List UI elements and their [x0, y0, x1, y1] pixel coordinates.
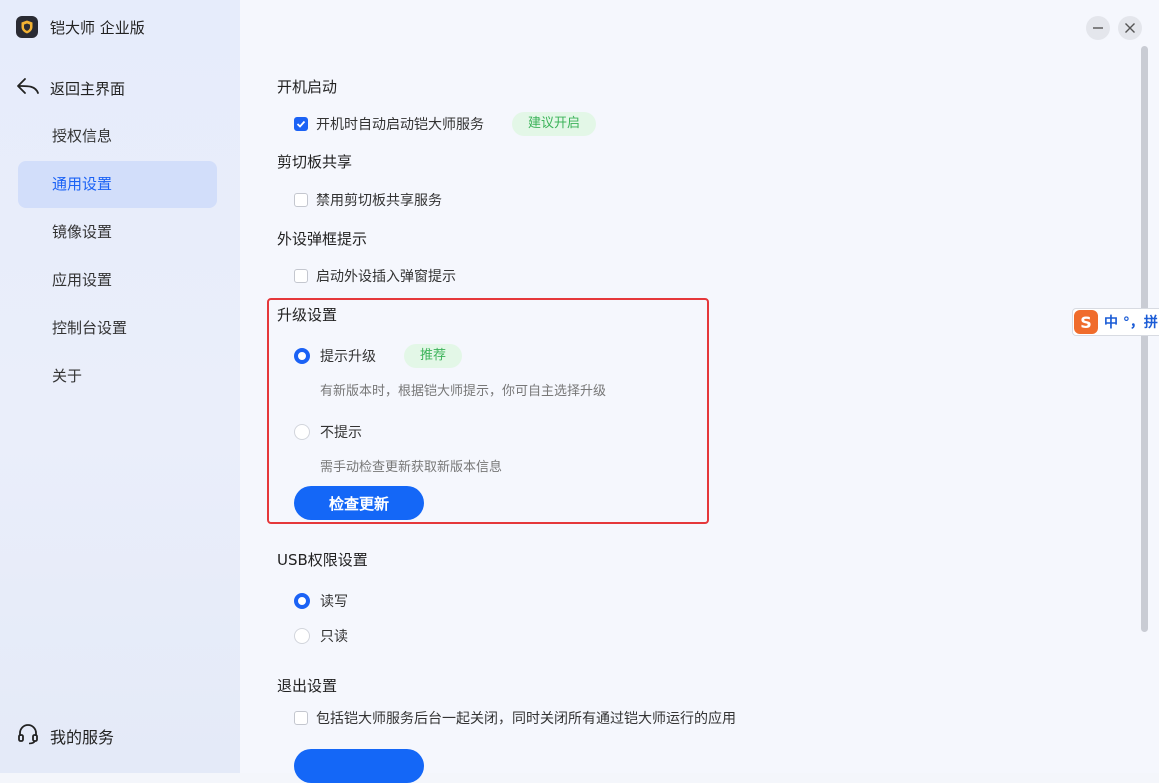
- section-title-clipboard: 剪切板共享: [277, 153, 353, 171]
- app-title: 铠大师 企业版: [50, 18, 145, 37]
- clipboard-checkbox[interactable]: [294, 193, 308, 207]
- clipboard-option-label: 禁用剪切板共享服务: [316, 193, 442, 209]
- sidebar-nav: 授权信息 通用设置 镜像设置 应用设置 控制台设置 关于: [18, 113, 217, 401]
- sidebar-item-general[interactable]: 通用设置: [18, 161, 217, 208]
- sidebar-item-license[interactable]: 授权信息: [18, 113, 217, 160]
- sidebar-item-about[interactable]: 关于: [18, 353, 217, 400]
- sidebar: 铠大师 企业版 返回主界面 授权信息 通用设置 镜像设置 应用设置 控制台设置 …: [0, 0, 240, 773]
- headset-icon: [16, 722, 40, 750]
- exit-option: 包括铠大师服务后台一起关闭，同时关闭所有通过铠大师运行的应用: [294, 708, 736, 728]
- ime-logo-icon: S: [1074, 310, 1098, 334]
- back-arrow-icon: [16, 76, 40, 100]
- ime-toolbar[interactable]: S 中 °，拼: [1072, 308, 1159, 336]
- usb-readonly-label: 只读: [320, 629, 348, 645]
- startup-checkbox[interactable]: [294, 117, 308, 131]
- upgrade-prompt-radio[interactable]: [294, 348, 310, 364]
- recommended-badge: 推荐: [404, 344, 463, 368]
- check-update-button[interactable]: 检查更新: [294, 486, 424, 520]
- section-title-exit: 退出设置: [277, 677, 338, 695]
- upgrade-prompt-label: 提示升级: [320, 349, 376, 365]
- peripheral-option: 启动外设插入弹窗提示: [294, 266, 456, 286]
- back-to-main-button[interactable]: 返回主界面: [16, 76, 125, 100]
- upgrade-silent-desc: 需手动检查更新获取新版本信息: [320, 460, 503, 475]
- peripheral-checkbox[interactable]: [294, 269, 308, 283]
- settings-panel: 开机启动 开机时自动启动铠大师服务 建议开启 剪切板共享 禁用剪切板共享服务 外…: [240, 0, 1159, 783]
- sidebar-item-apps[interactable]: 应用设置: [18, 257, 217, 304]
- scrollbar[interactable]: [1141, 46, 1148, 632]
- sidebar-item-image[interactable]: 镜像设置: [18, 209, 217, 256]
- section-title-startup: 开机启动: [277, 78, 338, 96]
- startup-option: 开机时自动启动铠大师服务 建议开启: [294, 112, 597, 136]
- peripheral-option-label: 启动外设插入弹窗提示: [316, 269, 456, 285]
- upgrade-option-prompt: 提示升级 推荐: [294, 344, 463, 368]
- my-service-label: 我的服务: [50, 728, 115, 747]
- usb-readwrite-radio[interactable]: [294, 593, 310, 609]
- minimize-icon: [1092, 19, 1104, 38]
- section-title-upgrade: 升级设置: [277, 306, 338, 324]
- usb-option-readwrite: 读写: [294, 591, 348, 611]
- usb-readwrite-label: 读写: [320, 594, 348, 610]
- startup-option-label: 开机时自动启动铠大师服务: [316, 117, 484, 133]
- my-service-button[interactable]: 我的服务: [16, 722, 114, 750]
- usb-readonly-radio[interactable]: [294, 628, 310, 644]
- sidebar-item-console[interactable]: 控制台设置: [18, 305, 217, 352]
- app-header: 铠大师 企业版: [16, 16, 145, 38]
- usb-option-readonly: 只读: [294, 626, 348, 646]
- section-title-peripheral: 外设弹框提示: [277, 230, 368, 248]
- back-to-main-label: 返回主界面: [50, 79, 126, 98]
- exit-checkbox[interactable]: [294, 711, 308, 725]
- clipboard-option: 禁用剪切板共享服务: [294, 190, 442, 210]
- exit-option-label: 包括铠大师服务后台一起关闭，同时关闭所有通过铠大师运行的应用: [316, 711, 736, 727]
- section-title-usb: USB权限设置: [277, 551, 368, 569]
- upgrade-silent-label: 不提示: [320, 425, 362, 441]
- upgrade-silent-radio[interactable]: [294, 424, 310, 440]
- partial-button[interactable]: [294, 749, 424, 783]
- close-icon: [1124, 19, 1136, 38]
- close-button[interactable]: [1118, 16, 1142, 40]
- upgrade-prompt-desc: 有新版本时，根据铠大师提示，你可自主选择升级: [320, 384, 607, 399]
- recommend-on-badge: 建议开启: [512, 112, 597, 136]
- upgrade-option-silent: 不提示: [294, 422, 362, 442]
- minimize-button[interactable]: [1086, 16, 1110, 40]
- ime-status-text: 中 °，拼: [1104, 315, 1158, 331]
- shield-logo-icon: [16, 16, 38, 38]
